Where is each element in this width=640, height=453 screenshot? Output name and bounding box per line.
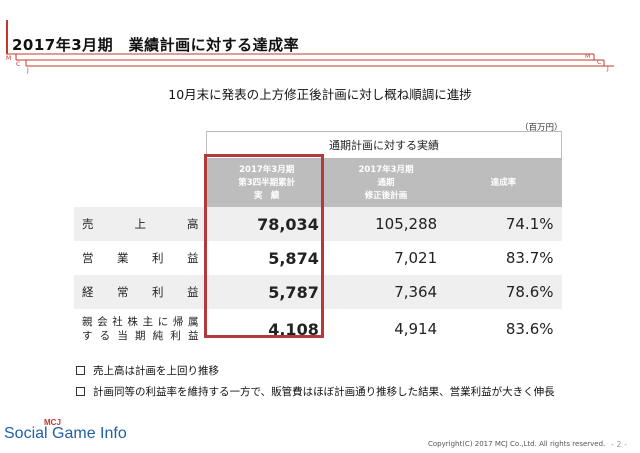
table-row-net-income: 親会社株主に帰属 する当期純利益 4,108 4,914 83.6%: [74, 309, 562, 349]
corner-label-c-right: C: [597, 59, 602, 66]
logo-text: Social Game Info: [4, 425, 127, 442]
page-number: - 2 -: [611, 440, 627, 449]
actual-value: 5,874: [206, 241, 327, 275]
plan-value: 4,914: [326, 309, 446, 349]
slide-subtitle: 10月末に発表の上方修正後計画に対し概ね順調に進捗: [168, 87, 472, 102]
row-label: 親会社株主に帰属 する当期純利益: [74, 309, 207, 349]
table-row-ordinary-income: 経 常 利 益 5,787 7,364 78.6%: [74, 275, 562, 309]
social-game-info-logo: MCJ Social Game Info: [4, 418, 127, 443]
corner-label-c-left: C: [16, 61, 21, 68]
corner-label-j-left: J: [27, 67, 29, 74]
row-label: 経 常 利 益: [74, 275, 207, 309]
table-row-operating-income: 営 業 利 益 5,874 7,021 83.7%: [74, 241, 562, 275]
plan-value: 105,288: [326, 207, 446, 241]
bullet-list: 売上高は計画を上回り推移 計画同等の利益率を維持する一方で、販管費はほぼ計画通り…: [76, 363, 555, 405]
actual-value: 5,787: [206, 275, 327, 309]
group-header: 通期計画に対する実績: [206, 131, 562, 159]
checkbox-square-icon: [76, 387, 85, 396]
rate-value: 83.7%: [445, 241, 562, 275]
corner-label-m-right: M: [585, 53, 591, 60]
achievement-table: 通期計画に対する実績 2017年3月期 第3四半期累計 実 績 2017年3月期…: [74, 131, 562, 349]
column-header-actual: 2017年3月期 第3四半期累計 実 績: [206, 158, 327, 207]
row-label: 営 業 利 益: [74, 241, 207, 275]
checkbox-square-icon: [76, 366, 85, 375]
rate-value: 74.1%: [445, 207, 562, 241]
rate-value: 78.6%: [445, 275, 562, 309]
row-label: 売 上 高: [74, 207, 207, 241]
plan-value: 7,021: [326, 241, 446, 275]
list-item: 計画同等の利益率を維持する一方で、販管費はほぼ計画通り推移した結果、営業利益が大…: [76, 384, 555, 399]
corner-label-m-left: M: [6, 55, 12, 62]
column-header-rate: 達成率: [445, 158, 562, 207]
column-header-plan: 2017年3月期 通期 修正後計画: [326, 158, 446, 207]
list-item: 売上高は計画を上回り推移: [76, 363, 555, 378]
plan-value: 7,364: [326, 275, 446, 309]
copyright-text: Copyright(C) 2017 MCJ Co.,Ltd. All right…: [428, 440, 606, 448]
actual-value: 78,034: [206, 207, 327, 241]
actual-value: 4,108: [206, 309, 327, 349]
rate-value: 83.6%: [445, 309, 562, 349]
mcj-logo-mark: MCJ: [44, 418, 61, 427]
corner-label-j-right: J: [607, 65, 609, 72]
table-row-sales: 売 上 高 78,034 105,288 74.1%: [74, 207, 562, 241]
